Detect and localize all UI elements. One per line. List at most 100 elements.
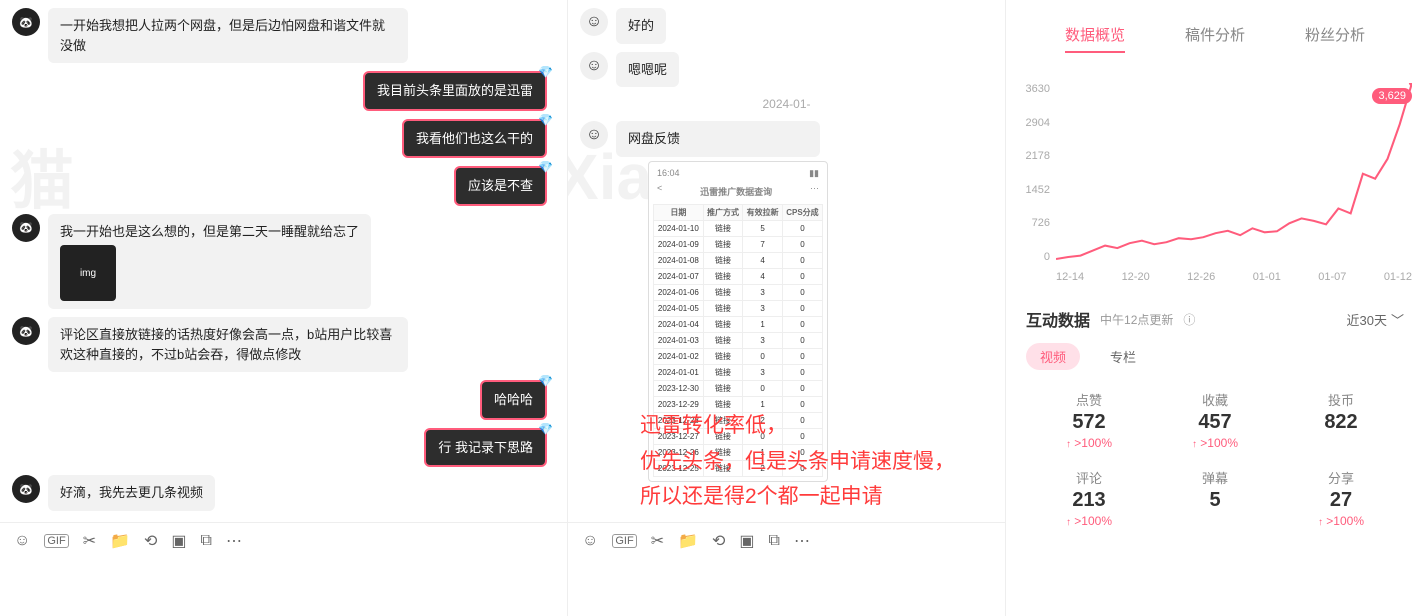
message-row: 🐼 一开始我想把人拉两个网盘，但是后边怕网盘和谐文件就没做 [12,8,555,63]
metric-label: 投币 [1278,390,1404,409]
metric-trend: ↑ >100% [1026,514,1152,528]
tab-1[interactable]: 稿件分析 [1185,24,1245,53]
bubble[interactable]: 好滴，我先去更几条视频 [48,475,215,511]
content-type-tabs: 视频专栏 [1006,339,1424,380]
more-icon[interactable]: ⋯ [226,531,242,551]
diamond-icon: 💎 [538,372,553,390]
message-row: 我看他们也这么干的💎 [12,119,555,159]
phone-back: < [657,183,662,202]
message-row: 哈哈哈💎 [12,380,555,420]
avatar-smile: ☺ [580,8,608,36]
avatar-panda: 🐼 [12,214,40,242]
pill-1[interactable]: 专栏 [1096,343,1150,370]
gif-icon[interactable]: GIF [612,534,636,548]
metric-value: 457 [1152,411,1278,434]
input-toolbar-b: ☺ GIF ✂ 📁 ⟲ ▣ ⧉ ⋯ [568,522,1005,559]
bubble[interactable]: 我一开始也是这么想的，但是第二天一睡醒就给忘了img [48,214,371,310]
analytics-tabs: 数据概览 稿件分析 粉丝分析 [1006,0,1424,63]
table-row: 2024-01-10链接50 [654,220,823,236]
table-row: 2024-01-05链接30 [654,300,823,316]
table-header: 推广方式 [703,204,743,220]
phone-screenshot[interactable]: 16:04 ▮▮ < 迅雷推广数据查询 ··· 日期推广方式有效拉新CPS分成 … [648,161,828,482]
gif-icon[interactable]: GIF [44,534,68,548]
pill-0[interactable]: 视频 [1026,343,1080,370]
metric-card: 收藏457↑ >100% [1152,384,1278,456]
chat-panel-a: 猫 🐼一开始我想把人拉两个网盘，但是后边怕网盘和谐文件就没做我目前头条里面放的是… [0,0,568,616]
period-selector[interactable]: 近30天 ﹀ [1347,310,1404,329]
bubble[interactable]: 哈哈哈💎 [480,380,547,420]
diamond-icon: 💎 [538,111,553,129]
metric-label: 分享 [1278,468,1404,487]
interaction-header: 互动数据 中午12点更新 ⓘ 近30天 ﹀ [1006,293,1424,339]
diamond-icon: 💎 [538,420,553,438]
bubble[interactable]: 嗯嗯呢 [616,52,679,88]
smile-icon[interactable]: ☺ [582,532,598,550]
x-tick: 12-14 [1056,271,1084,283]
phone-table: 日期推广方式有效拉新CPS分成 2024-01-10链接502024-01-09… [653,204,823,477]
metric-value: 822 [1278,411,1404,434]
folder-icon[interactable]: 📁 [110,531,130,551]
table-row: 2024-01-01链接30 [654,364,823,380]
tab-0[interactable]: 数据概览 [1065,24,1125,53]
avatar-smile: ☺ [580,52,608,80]
bubble[interactable]: 我目前头条里面放的是迅雷💎 [363,71,547,111]
smile-icon[interactable]: ☺ [14,532,30,550]
folder-icon[interactable]: 📁 [678,531,698,551]
scissor-icon[interactable]: ✂ [651,531,664,551]
chart-svg [1056,83,1412,263]
line-chart[interactable]: 36302904217814527260 12-1412-2012-2601-0… [1056,83,1412,283]
phone-more: ··· [810,183,819,202]
image-icon[interactable]: ▣ [171,531,186,551]
metric-label: 弹幕 [1152,468,1278,487]
info-icon[interactable]: ⓘ [1183,311,1195,328]
metric-card: 投币 822 [1278,384,1404,456]
x-tick: 12-26 [1187,271,1215,283]
message-row: 应该是不查💎 [12,166,555,206]
table-row: 2023-12-25链接20 [654,460,823,476]
bubble[interactable]: 应该是不查💎 [454,166,547,206]
metric-trend: ↑ >100% [1152,436,1278,450]
diamond-icon: 💎 [538,63,553,81]
chat-scroll-b[interactable]: ☺好的☺嗯嗯呢 2024-01- ☺ 网盘反馈 16:04 ▮▮ < 迅雷推广数… [568,0,1005,522]
bubble[interactable]: 一开始我想把人拉两个网盘，但是后边怕网盘和谐文件就没做 [48,8,408,63]
phone-title: 迅雷推广数据查询 [700,183,772,202]
x-tick: 01-07 [1318,271,1346,283]
avatar-smile: ☺ [580,121,608,149]
tab-2[interactable]: 粉丝分析 [1305,24,1365,53]
x-axis: 12-1412-2012-2601-0101-0701-12 [1056,271,1412,283]
bubble[interactable]: 我看他们也这么干的💎 [402,119,547,159]
history-icon[interactable]: ⟲ [712,531,725,551]
message-row: 🐼好滴，我先去更几条视频 [12,475,555,511]
metric-value: 213 [1026,489,1152,512]
metric-value: 572 [1026,411,1152,434]
screenshot-icon[interactable]: ⧉ [201,532,212,550]
screenshot-icon[interactable]: ⧉ [769,532,780,550]
image-icon[interactable]: ▣ [739,531,754,551]
message-row: ☺ 嗯嗯呢 [580,52,993,88]
table-row: 2024-01-03链接30 [654,332,823,348]
phone-time: 16:04 [657,168,680,179]
message-row: 我目前头条里面放的是迅雷💎 [12,71,555,111]
bubble[interactable]: 行 我记录下思路💎 [424,428,547,468]
table-row: 2023-12-26链接10 [654,444,823,460]
more-icon[interactable]: ⋯ [794,531,810,551]
timestamp: 2024-01- [580,97,993,111]
table-row: 2024-01-09链接70 [654,236,823,252]
avatar-panda: 🐼 [12,8,40,36]
x-tick: 01-01 [1253,271,1281,283]
sticker-image[interactable]: img [60,245,116,301]
scissor-icon[interactable]: ✂ [83,531,96,551]
history-icon[interactable]: ⟲ [144,531,157,551]
chat-scroll-a[interactable]: 🐼 一开始我想把人拉两个网盘，但是后边怕网盘和谐文件就没做我目前头条里面放的是迅雷… [0,0,567,522]
metric-card: 弹幕5 [1152,462,1278,534]
y-tick: 2904 [1016,117,1050,129]
bubble[interactable]: 好的 [616,8,666,44]
message-row: 🐼 评论区直接放链接的话热度好像会高一点，b站用户比较喜欢这种直接的，不过b站会吞… [12,317,555,372]
avatar-panda: 🐼 [12,317,40,345]
bubble[interactable]: 评论区直接放链接的话热度好像会高一点，b站用户比较喜欢这种直接的，不过b站会吞，… [48,317,408,372]
table-row: 2024-01-04链接10 [654,316,823,332]
y-tick: 0 [1016,251,1050,263]
y-axis: 36302904217814527260 [1016,83,1050,263]
table-row: 2023-12-27链接00 [654,428,823,444]
table-row: 2024-01-08链接40 [654,252,823,268]
